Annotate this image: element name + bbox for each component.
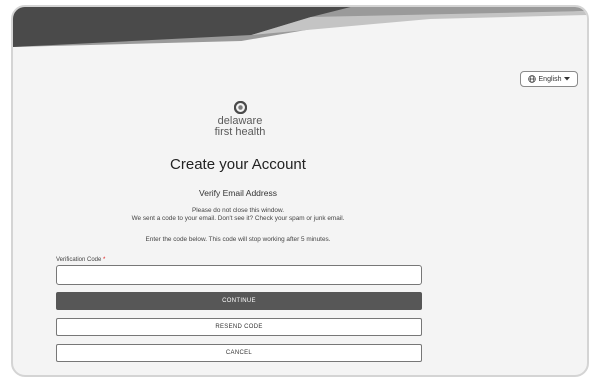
required-marker: * [103,257,106,263]
page-subtitle: Verify Email Address [199,188,277,198]
browser-frame: English delaware first health Create you… [11,5,589,377]
info-text-2: We sent a code to your email. Don't see … [131,215,345,222]
logo-mark-icon [233,101,247,114]
cancel-button[interactable]: CANCEL [56,344,422,362]
continue-button[interactable]: CONTINUE [56,292,422,310]
logo-text-line2: first health [214,126,266,138]
info-text-3: Enter the code below. This code will sto… [145,236,331,243]
page-title: Create your Account [170,156,306,173]
verification-code-label: Verification Code * [56,257,105,263]
header-banner [13,7,587,49]
language-label: English [538,75,562,83]
language-selector[interactable]: English [520,71,578,87]
verification-code-label-text: Verification Code [56,257,102,263]
resend-code-button[interactable]: RESEND CODE [56,318,422,336]
globe-icon [527,75,536,83]
info-text-1: Please do not close this window. [191,207,284,214]
chevron-down-icon [564,77,571,81]
brand-logo: delaware first health [200,101,280,138]
verification-code-input[interactable] [56,265,422,285]
